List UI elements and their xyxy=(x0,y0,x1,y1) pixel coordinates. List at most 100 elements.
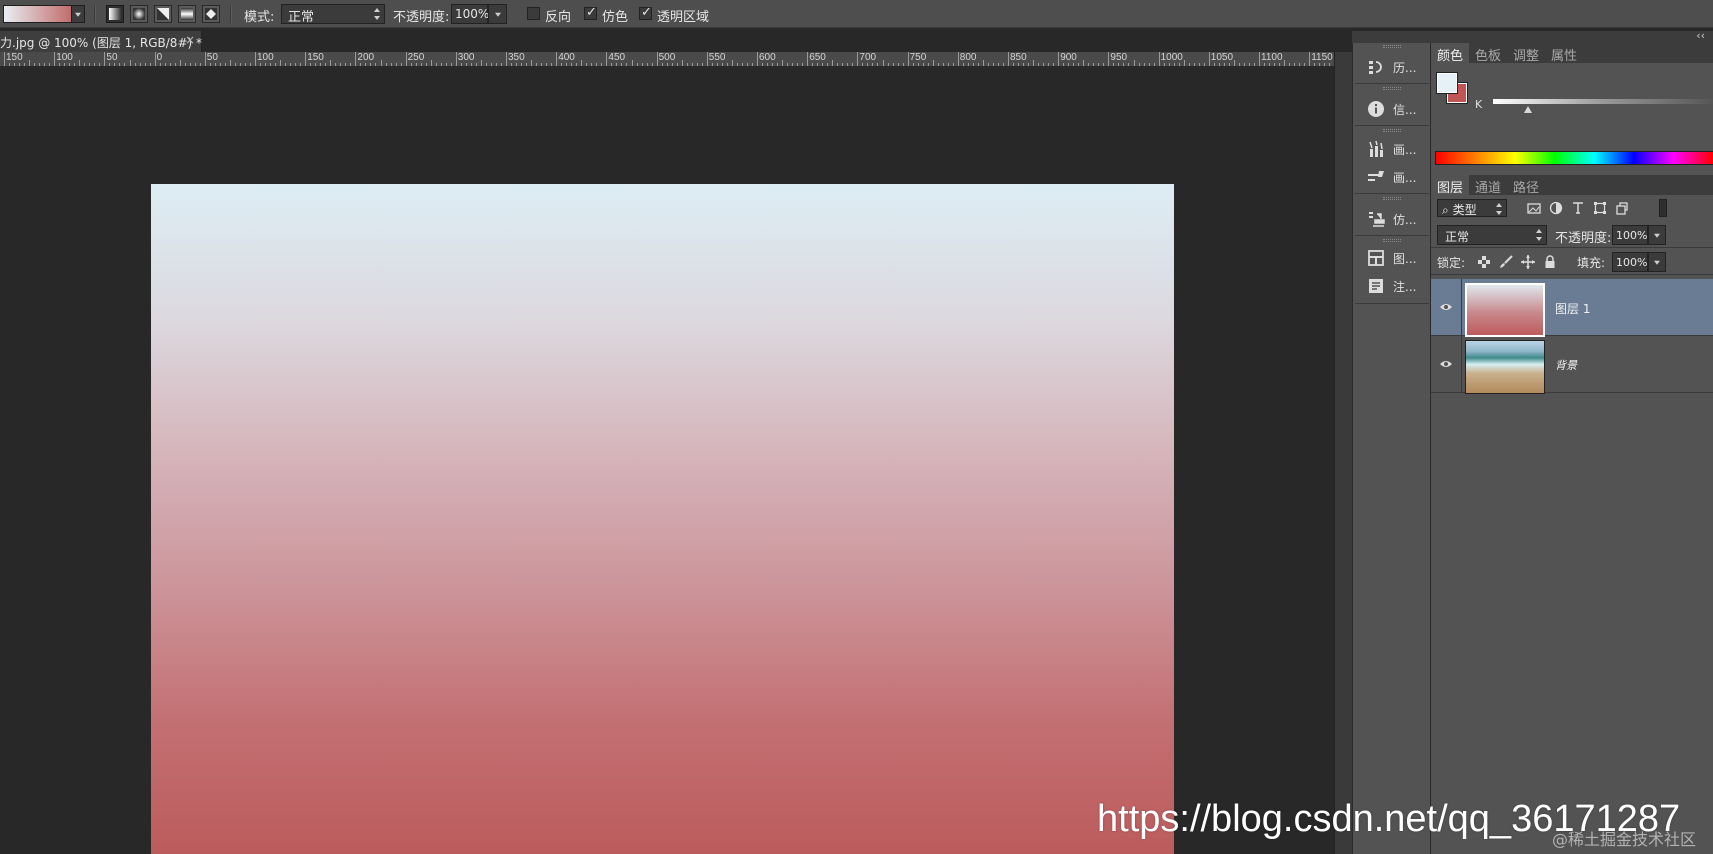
layer-name[interactable]: 背景 xyxy=(1555,357,1577,373)
tab-paths[interactable]: 路径 xyxy=(1507,175,1545,196)
layer-opacity-input[interactable]: 100% xyxy=(1612,225,1648,245)
dock-item-brush-presets[interactable]: 画... xyxy=(1363,137,1427,161)
collapse-icon[interactable]: ‹‹ xyxy=(1696,29,1705,42)
ruler-tick xyxy=(410,63,412,66)
ruler-tick xyxy=(757,52,758,66)
fill-input[interactable]: 100% xyxy=(1612,252,1648,272)
close-icon[interactable]: × xyxy=(185,33,195,47)
fill-dropdown[interactable] xyxy=(1648,252,1666,272)
angle-gradient-button[interactable] xyxy=(154,5,172,23)
divider xyxy=(1355,235,1429,236)
tab-channels[interactable]: 通道 xyxy=(1469,175,1507,196)
document-tab[interactable]: 力.jpg @ 100% (图层 1, RGB/8#) * × xyxy=(0,31,202,52)
linear-gradient-button[interactable] xyxy=(106,5,124,23)
k-slider-thumb[interactable] xyxy=(1524,106,1532,113)
ruler-tick xyxy=(124,63,126,66)
dock-item-notes[interactable]: 注... xyxy=(1363,274,1427,298)
ruler-label: 900 xyxy=(1060,52,1077,63)
ruler-tick xyxy=(591,63,593,66)
ruler-tick xyxy=(601,63,603,66)
layer-opacity-dropdown[interactable] xyxy=(1648,225,1666,245)
layer-row[interactable]: 图层 1 xyxy=(1431,279,1713,337)
tab-properties[interactable]: 属性 xyxy=(1545,43,1583,64)
ruler-label: 750 xyxy=(909,52,927,63)
diamond-gradient-button[interactable] xyxy=(202,5,220,23)
blend-mode-value: 正常 xyxy=(1445,230,1470,244)
tab-layers[interactable]: 图层 xyxy=(1431,175,1470,196)
divider xyxy=(1355,193,1429,194)
lock-transparent-pixels-icon[interactable] xyxy=(1477,255,1491,269)
lock-position-icon[interactable] xyxy=(1521,255,1535,269)
blend-mode-select[interactable]: 正常 xyxy=(1437,225,1547,245)
ruler-tick xyxy=(89,63,91,66)
dock-item-clone-source[interactable]: 仿... xyxy=(1363,207,1427,231)
ruler-tick xyxy=(480,60,482,66)
ruler-tick xyxy=(912,63,914,66)
dock-grip[interactable] xyxy=(1383,197,1401,200)
eye-icon[interactable] xyxy=(1439,300,1453,314)
radial-gradient-button[interactable] xyxy=(130,5,148,23)
ruler-tick xyxy=(792,63,794,66)
ruler-tick xyxy=(285,63,287,66)
adjustment-filter-icon[interactable] xyxy=(1549,201,1563,215)
layer-name[interactable]: 图层 1 xyxy=(1555,300,1590,317)
ruler-tick xyxy=(34,63,36,66)
ruler-tick xyxy=(857,52,859,66)
ruler-label: 1050 xyxy=(1210,52,1234,63)
ruler-tick xyxy=(260,63,262,66)
ruler-tick xyxy=(370,63,372,66)
dock-grip[interactable] xyxy=(1383,87,1401,90)
ruler-tick xyxy=(49,63,51,66)
smart-object-filter-icon[interactable] xyxy=(1615,201,1629,215)
dock-grip[interactable] xyxy=(1383,239,1401,242)
foreground-color-swatch[interactable] xyxy=(1436,72,1458,94)
ruler-label: 150 xyxy=(307,52,324,63)
mode-select[interactable]: 正常 xyxy=(281,4,385,25)
dock-item-layer-comps[interactable]: 图... xyxy=(1363,246,1427,270)
dock-grip[interactable] xyxy=(1383,129,1401,132)
dock-item-history[interactable]: 历... xyxy=(1363,55,1427,79)
ruler-label: 650 xyxy=(809,52,826,63)
ruler-tick xyxy=(902,63,904,66)
dock-grip[interactable] xyxy=(1383,45,1401,48)
reflected-gradient-button[interactable] xyxy=(178,5,196,23)
dock-item-brush[interactable]: 画... xyxy=(1363,165,1427,189)
background-layer-thumbnail[interactable] xyxy=(1465,340,1545,394)
ruler-tick xyxy=(1279,63,1281,66)
ruler-tick xyxy=(586,63,588,66)
ruler-tick xyxy=(1188,63,1190,66)
k-slider[interactable] xyxy=(1493,99,1713,104)
updown-arrows-icon xyxy=(1496,203,1502,215)
dock-item-info[interactable]: 信... xyxy=(1363,97,1427,121)
dock-collapse-bar[interactable]: ‹‹ xyxy=(1352,29,1713,43)
ruler-tick xyxy=(1093,63,1095,66)
dither-checkbox[interactable] xyxy=(584,5,597,20)
gradient-picker[interactable] xyxy=(3,5,85,23)
layer-row[interactable]: 背景 xyxy=(1431,336,1713,394)
ruler-tick xyxy=(741,63,743,66)
reverse-checkbox[interactable] xyxy=(527,7,540,20)
opacity-input[interactable]: 100% xyxy=(451,4,489,24)
layer-thumbnail[interactable] xyxy=(1465,283,1545,337)
filter-toggle-switch[interactable] xyxy=(1659,199,1667,217)
eye-icon[interactable] xyxy=(1439,357,1453,371)
canvas-workspace[interactable] xyxy=(0,67,1334,854)
shape-filter-icon[interactable] xyxy=(1593,201,1607,215)
tab-adjustments[interactable]: 调整 xyxy=(1507,43,1545,64)
ruler-tick xyxy=(817,63,819,66)
lock-all-icon[interactable] xyxy=(1543,255,1557,269)
type-filter-icon[interactable] xyxy=(1571,201,1585,215)
tab-swatches[interactable]: 色板 xyxy=(1469,43,1507,64)
separator xyxy=(94,5,95,23)
tab-color[interactable]: 颜色 xyxy=(1431,43,1470,64)
lock-image-pixels-icon[interactable] xyxy=(1499,255,1513,269)
divider xyxy=(1355,83,1429,84)
vertical-scrollbar[interactable] xyxy=(1334,52,1352,854)
transparency-checkbox[interactable] xyxy=(639,5,652,20)
image-filter-icon[interactable] xyxy=(1527,201,1541,215)
gradient-dropdown-button[interactable] xyxy=(71,5,85,23)
color-spectrum[interactable] xyxy=(1435,151,1713,165)
opacity-dropdown-button[interactable] xyxy=(488,4,507,24)
canvas-image[interactable] xyxy=(151,184,1174,854)
kind-filter-select[interactable]: ⌕ 类型 xyxy=(1437,199,1507,217)
